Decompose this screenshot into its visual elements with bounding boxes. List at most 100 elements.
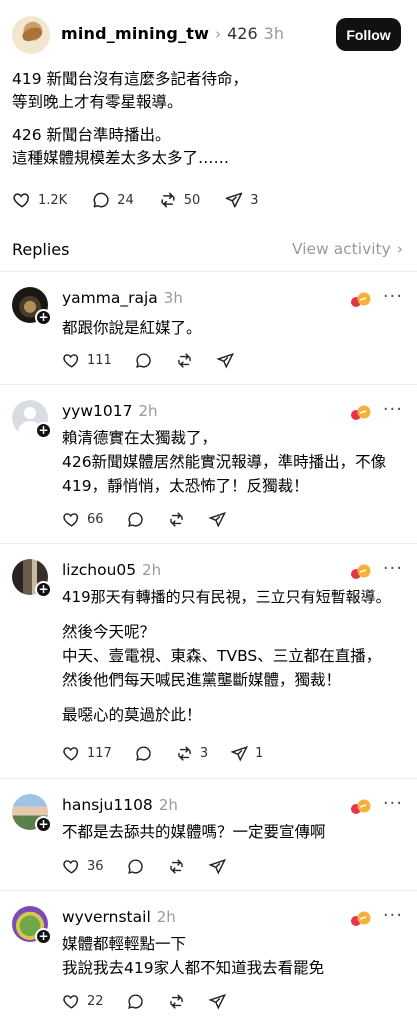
reply-header: hansju1108 2h	[62, 796, 178, 814]
reaction-icon	[351, 911, 371, 926]
follow-plus-icon[interactable]: +	[35, 816, 52, 833]
comment-button[interactable]: 24	[91, 190, 134, 210]
post-time: 3h	[263, 24, 284, 43]
like-button[interactable]: 1.2K	[12, 190, 67, 210]
reply-item: + yyw1017 2h ··· 賴清德實在太獨裁了， 426新聞媒體居然能實況…	[0, 386, 417, 544]
repost-button[interactable]	[167, 510, 186, 529]
reply-username[interactable]: wyvernstail	[62, 908, 151, 926]
post-header: mind_mining_tw › 426 3h	[61, 24, 284, 43]
send-icon	[207, 993, 226, 1010]
reaction-icon	[351, 292, 371, 307]
reply-time: 2h	[138, 402, 158, 420]
author-avatar[interactable]	[12, 16, 50, 54]
reply-item: + wyvernstail 2h ··· 媒體都輕輕點一下 我說我去419家人都…	[0, 892, 417, 1024]
send-icon	[207, 858, 226, 875]
share-button[interactable]: 3	[224, 190, 259, 210]
repost-icon	[169, 512, 183, 527]
more-options-icon[interactable]: ···	[383, 905, 403, 926]
comment-button[interactable]	[126, 992, 145, 1011]
reply-time: 2h	[156, 908, 176, 926]
reply-actions: 36	[62, 857, 249, 876]
repost-icon	[169, 994, 183, 1009]
reply-body: 媒體都輕輕點一下 我說我去419家人都不知道我去看罷免	[62, 935, 325, 977]
more-options-icon[interactable]: ···	[383, 558, 403, 579]
main-post: mind_mining_tw › 426 3h Follow 419 新聞台沒有…	[0, 0, 417, 226]
repost-button[interactable]	[167, 992, 186, 1011]
post-paragraph: 419 新聞台沒有這麼多記者待命， 等到晚上才有零星報導。	[12, 70, 249, 111]
share-button[interactable]	[207, 857, 227, 876]
comment-button[interactable]	[126, 510, 145, 529]
reply-header: wyvernstail 2h	[62, 908, 176, 926]
reaction-icon	[351, 799, 371, 814]
comment-button[interactable]	[126, 857, 145, 876]
comment-icon	[127, 859, 143, 874]
reply-actions: 22	[62, 992, 249, 1011]
repost-icon	[178, 353, 191, 368]
reply-header: lizchou05 2h	[62, 561, 161, 579]
reply-body: 賴清德實在太獨裁了， 426新聞媒體居然能實況報導，準時播出，不像 419，靜悄…	[62, 429, 387, 495]
comment-icon	[136, 746, 151, 761]
reply-item: + lizchou05 2h ··· 419那天有轉播的只有民視，三立只有短暫報…	[0, 545, 417, 779]
reply-actions: 111	[62, 351, 257, 370]
heart-icon	[63, 354, 79, 368]
heart-icon	[63, 995, 79, 1009]
follow-plus-icon[interactable]: +	[35, 309, 52, 326]
reply-username[interactable]: lizchou05	[62, 561, 136, 579]
reply-username[interactable]: hansju1108	[62, 796, 153, 814]
reply-item: + hansju1108 2h ··· 不都是去舔共的媒體嗎？一定要宣傳啊 36	[0, 780, 417, 891]
reply-item: + yamma_raja 3h ··· 都跟你說是紅媒了。 111	[0, 273, 417, 385]
like-button[interactable]: 36	[62, 857, 104, 876]
like-button[interactable]: 111	[62, 351, 112, 370]
share-button[interactable]	[207, 992, 227, 1011]
repost-icon	[169, 859, 183, 874]
comment-icon	[93, 192, 109, 208]
replies-title: Replies	[12, 240, 70, 259]
post-actions: 1.2K 24 50 3	[12, 190, 283, 210]
reply-time: 2h	[142, 561, 162, 579]
share-button[interactable]: 1	[230, 744, 263, 763]
comment-icon	[127, 512, 143, 527]
repost-icon	[178, 746, 191, 761]
follow-plus-icon[interactable]: +	[35, 581, 52, 598]
follow-button[interactable]: Follow	[336, 18, 401, 51]
repost-button[interactable]: 3	[175, 744, 208, 763]
heart-icon	[13, 193, 29, 208]
heart-icon	[63, 860, 79, 874]
send-icon	[226, 192, 243, 208]
repost-icon	[161, 192, 175, 208]
author-username[interactable]: mind_mining_tw	[61, 24, 209, 43]
reply-time: 3h	[163, 289, 183, 307]
like-button[interactable]: 22	[62, 992, 104, 1011]
like-button[interactable]: 117	[62, 744, 112, 763]
view-activity-link[interactable]: View activity ›	[292, 240, 403, 258]
repost-button[interactable]: 50	[158, 190, 200, 210]
chevron-right-icon: ›	[396, 240, 403, 258]
repost-button[interactable]	[175, 351, 194, 370]
reaction-icon	[351, 405, 371, 420]
more-options-icon[interactable]: ···	[383, 399, 403, 420]
post-number: 426	[227, 24, 258, 43]
reply-actions: 66	[62, 510, 249, 529]
send-icon	[207, 511, 226, 528]
chevron-right-icon: ›	[215, 24, 222, 43]
reaction-icon	[351, 564, 371, 579]
more-options-icon[interactable]: ···	[383, 286, 403, 307]
replies-header: Replies View activity ›	[0, 228, 417, 272]
comment-button[interactable]	[134, 744, 153, 763]
share-button[interactable]	[216, 351, 235, 370]
like-button[interactable]: 66	[62, 510, 104, 529]
comment-button[interactable]	[134, 351, 153, 370]
follow-plus-icon[interactable]: +	[35, 928, 52, 945]
reply-body: 419那天有轉播的只有民視，三立只有短暫報導。 然後今天呢？ 中天、壹電視、東森…	[62, 588, 391, 724]
reply-time: 2h	[158, 796, 178, 814]
follow-plus-icon[interactable]: +	[35, 422, 52, 439]
share-button[interactable]	[207, 510, 227, 529]
reply-body: 都跟你說是紅媒了。	[62, 319, 202, 337]
reply-body: 不都是去舔共的媒體嗎？一定要宣傳啊	[62, 823, 326, 841]
reply-username[interactable]: yamma_raja	[62, 289, 158, 307]
post-paragraph: 426 新聞台準時播出。 這種媒體規模差太多太多了……	[12, 126, 230, 167]
more-options-icon[interactable]: ···	[383, 793, 403, 814]
reply-header: yyw1017 2h	[62, 402, 158, 420]
reply-username[interactable]: yyw1017	[62, 402, 132, 420]
repost-button[interactable]	[167, 857, 186, 876]
